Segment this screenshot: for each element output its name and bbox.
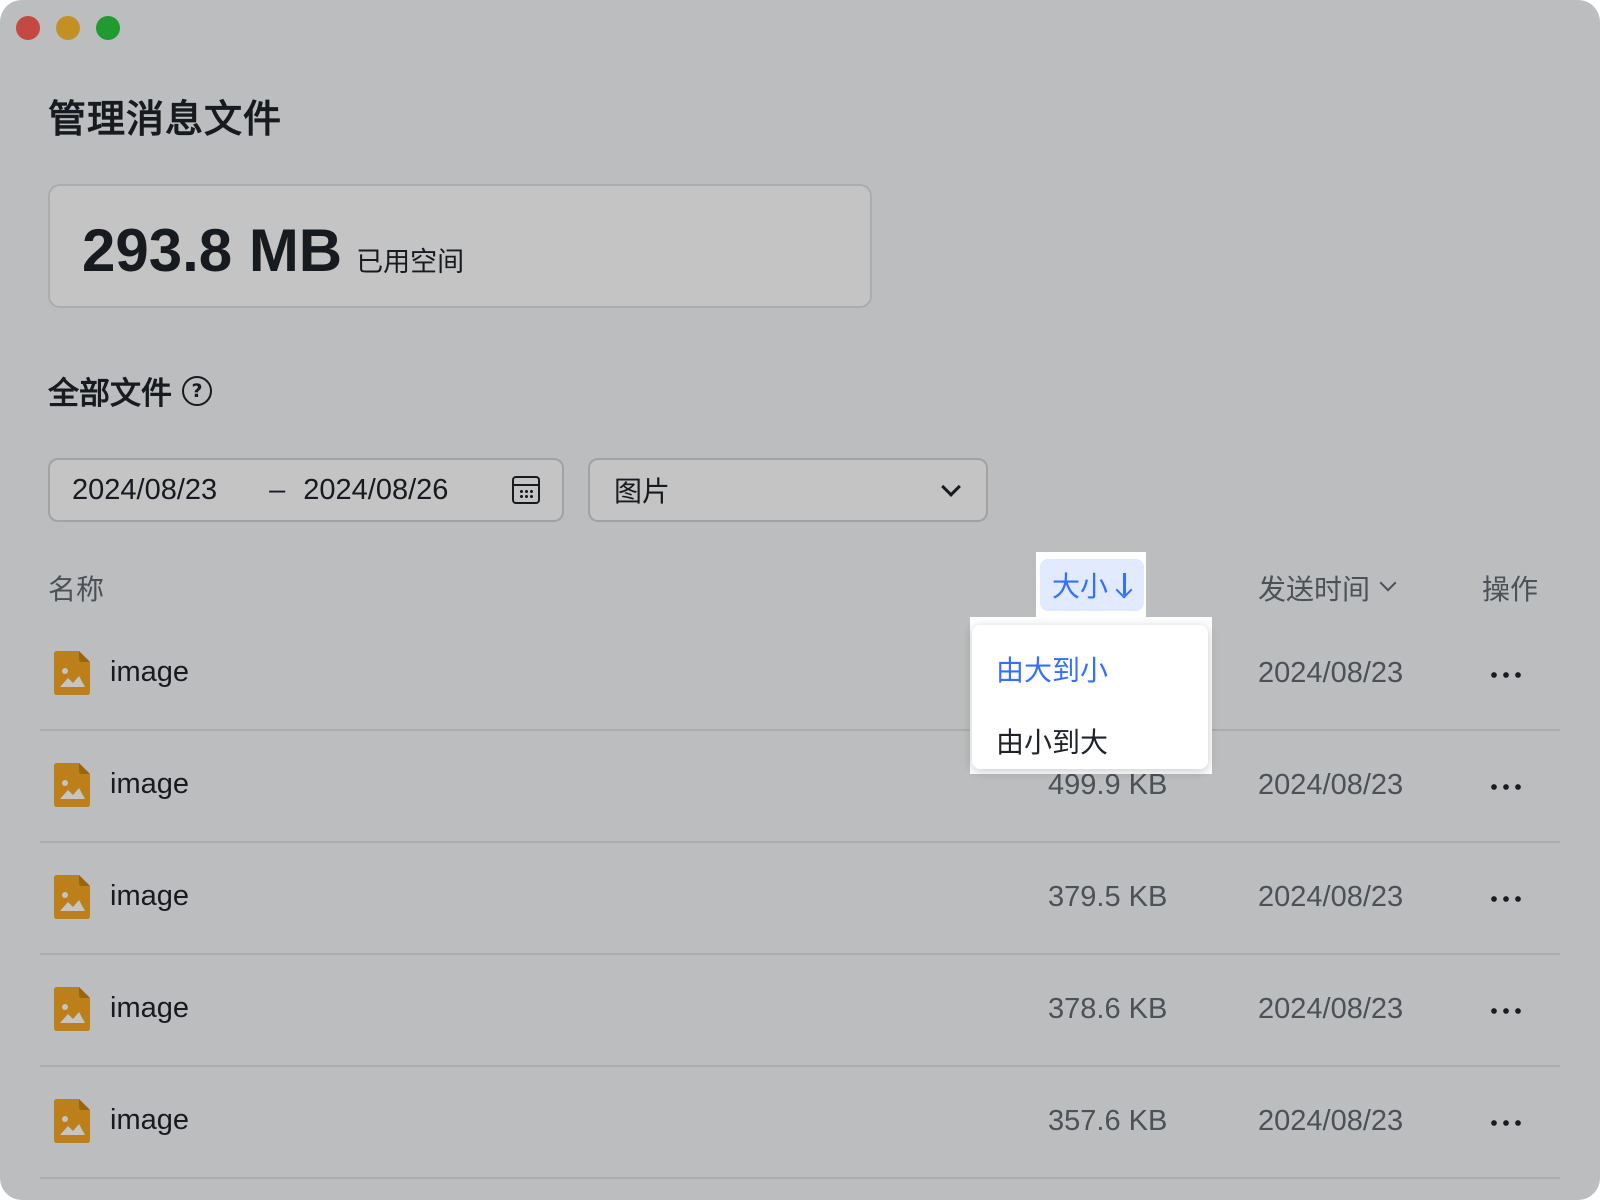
column-header-size-label: 大小: [1051, 570, 1108, 603]
arrow-down-icon: [1116, 573, 1132, 597]
sort-option-large-to-small[interactable]: 由大到小: [972, 633, 1208, 705]
column-header-size-sort-button[interactable]: 大小: [1040, 559, 1144, 611]
sort-dropdown-highlight: 由大到小 由小到大: [970, 617, 1212, 774]
sort-dropdown-menu: 由大到小 由小到大: [972, 625, 1208, 769]
sort-option-small-to-large[interactable]: 由小到大: [972, 705, 1208, 777]
column-header-size-highlight: 大小: [1036, 552, 1146, 620]
modal-dim-overlay[interactable]: [0, 0, 1600, 1200]
manage-message-files-window: 管理消息文件 293.8 MB 已用空间 全部文件 ? 2024/08/23 –…: [0, 0, 1600, 1200]
